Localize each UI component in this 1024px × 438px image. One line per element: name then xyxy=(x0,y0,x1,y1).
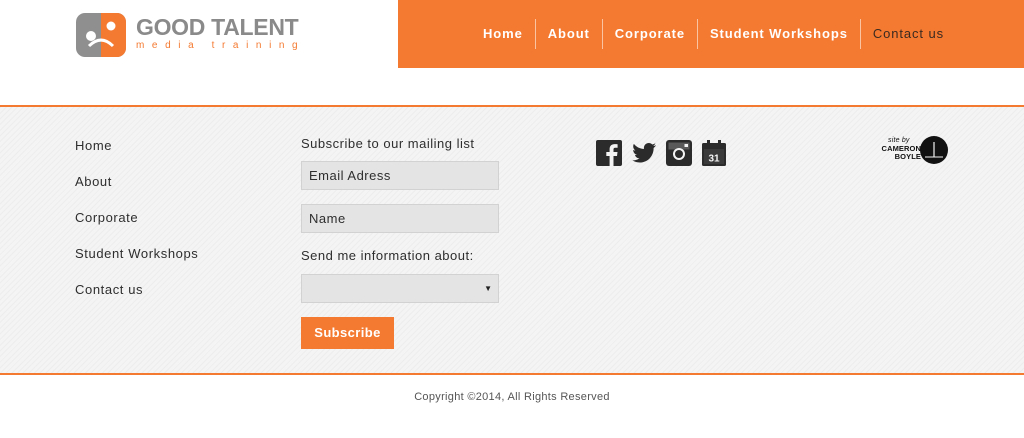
footer-link-corporate[interactable]: Corporate xyxy=(75,209,198,245)
calendar-day: 31 xyxy=(708,154,720,165)
email-field[interactable]: Email Adress xyxy=(301,161,499,190)
subscribe-form: Subscribe to our mailing list Email Adre… xyxy=(301,135,501,349)
footer-link-student-workshops[interactable]: Student Workshops xyxy=(75,245,198,281)
chevron-down-icon: ▼ xyxy=(484,284,492,293)
instagram-icon[interactable] xyxy=(666,140,692,166)
footer-link-about[interactable]: About xyxy=(75,173,198,209)
twitter-icon[interactable] xyxy=(631,140,657,166)
subscribe-button[interactable]: Subscribe xyxy=(301,317,394,349)
name-field[interactable]: Name xyxy=(301,204,499,233)
footer-link-contact-us[interactable]: Contact us xyxy=(75,281,198,317)
social-links: 31 xyxy=(596,140,736,166)
credit-site-by: site by xyxy=(888,137,910,144)
credit-name: CAMERON BOYLE xyxy=(871,145,921,161)
page: GOOD TALENT media training Home About Co… xyxy=(0,0,1024,438)
copyright-text: Copyright ©2014, All Rights Reserved xyxy=(414,391,610,403)
nav-item-contact-us[interactable]: Contact us xyxy=(859,19,956,49)
nav-item-about[interactable]: About xyxy=(534,19,602,49)
footer-link-home[interactable]: Home xyxy=(75,137,198,173)
site-credit[interactable]: site by CAMERON BOYLE xyxy=(871,135,951,165)
nav-item-corporate[interactable]: Corporate xyxy=(601,19,697,49)
credit-mark-icon xyxy=(925,142,943,158)
nav-item-home[interactable]: Home xyxy=(471,19,535,49)
info-topic-select[interactable]: ▼ xyxy=(301,274,499,303)
calendar-icon[interactable]: 31 xyxy=(701,140,727,166)
main-nav: Home About Corporate Student Workshops C… xyxy=(398,0,1024,68)
brand-subtitle: media training xyxy=(136,40,306,51)
nav-item-student-workshops[interactable]: Student Workshops xyxy=(696,19,860,49)
credit-name-line2: BOYLE xyxy=(894,152,921,161)
footer-nav: Home About Corporate Student Workshops C… xyxy=(75,137,198,317)
credit-logo-icon xyxy=(920,136,948,164)
logo[interactable]: GOOD TALENT media training xyxy=(75,12,305,58)
good-talent-logo-icon xyxy=(76,13,126,57)
facebook-icon[interactable] xyxy=(596,140,622,166)
send-info-label: Send me information about: xyxy=(301,248,474,263)
brand-title: GOOD TALENT xyxy=(136,14,299,40)
logo-text: GOOD TALENT media training xyxy=(136,14,305,51)
site-footer: Home About Corporate Student Workshops C… xyxy=(0,105,1024,375)
site-header: GOOD TALENT media training Home About Co… xyxy=(0,0,1024,68)
subscribe-heading: Subscribe to our mailing list xyxy=(301,136,475,151)
